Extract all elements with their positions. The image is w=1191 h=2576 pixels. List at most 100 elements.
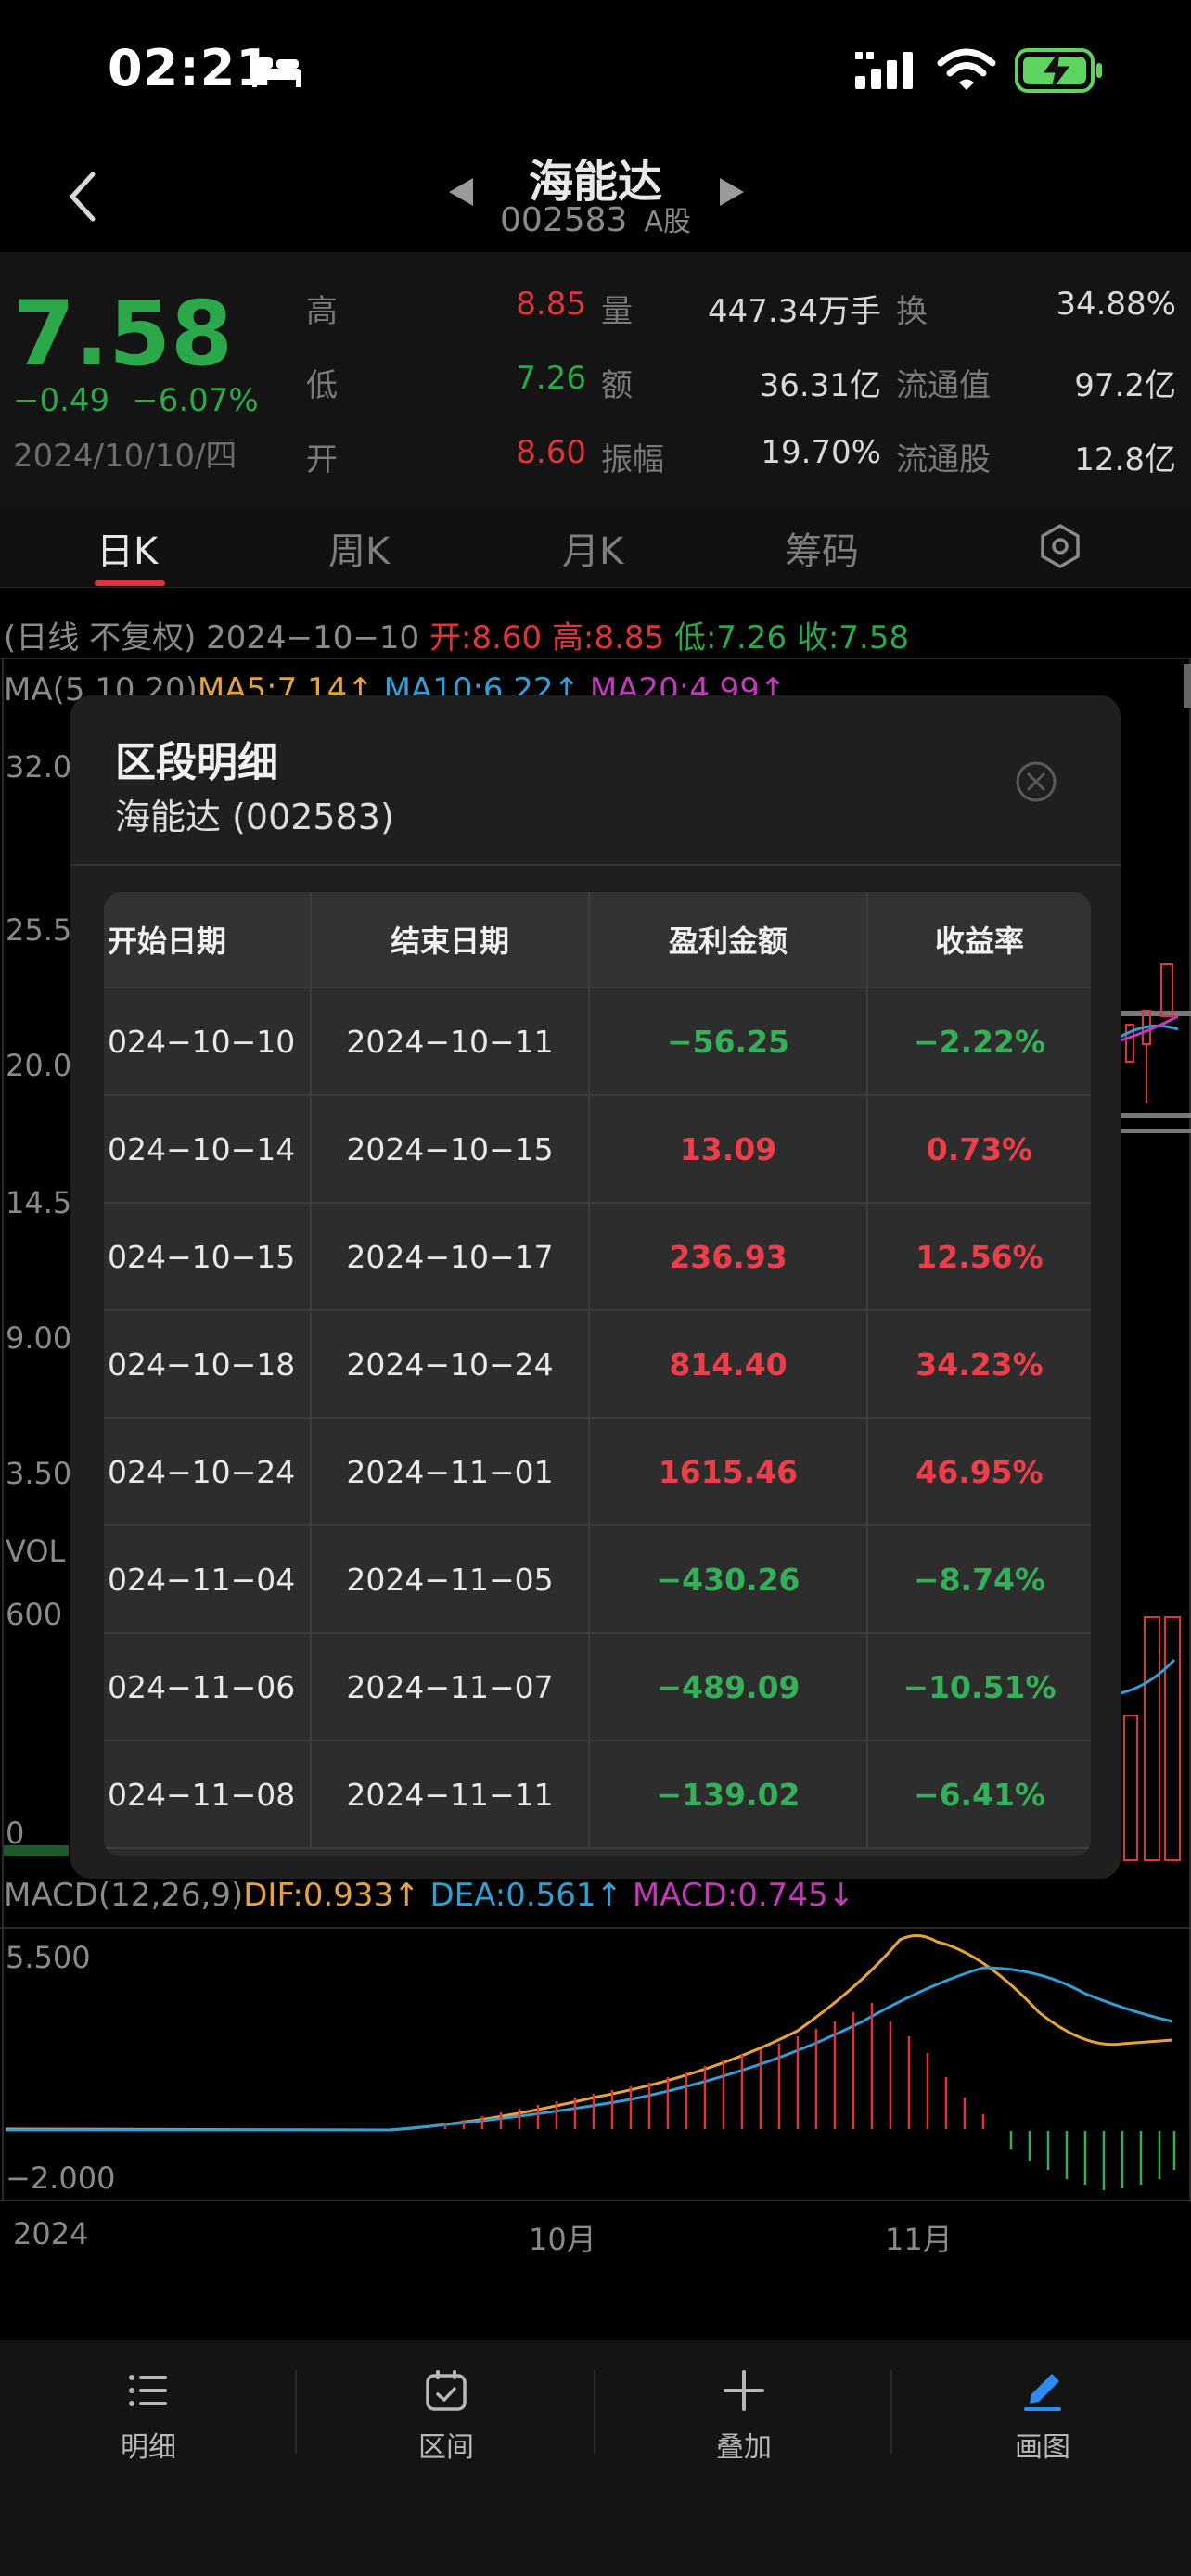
tab-chips[interactable]: 筹码 — [785, 521, 859, 575]
profit-cell: −139.02 — [590, 1741, 868, 1847]
quote-date: 2024/10/10/四 — [13, 438, 237, 475]
end-date-cell: 2024−10−17 — [312, 1204, 590, 1309]
return-rate-cell: −2.22% — [913, 1023, 1046, 1060]
x-axis-oct: 10月 — [529, 2222, 596, 2257]
start-date-cell: 024−11−06 — [104, 1634, 312, 1740]
return-rate-cell: −10.51% — [903, 1668, 1057, 1705]
low-label: 低 — [306, 367, 338, 404]
price-change: −0.49 −6.07% — [13, 382, 259, 419]
tab-day-k[interactable]: 日K — [96, 521, 158, 575]
next-stock-triangle-icon[interactable] — [716, 176, 748, 208]
return-rate-cell: 34.23% — [916, 1345, 1044, 1383]
table-row[interactable]: 024−11−04 2024−11−05 −430.26 −8.74% — [104, 1526, 1091, 1634]
macd-lines — [5, 1934, 1176, 2190]
active-tab-indicator — [95, 580, 165, 586]
kline-mode: (日线 不复权) — [4, 619, 197, 657]
table-row[interactable]: 024−10−14 2024−10−15 13.09 0.73% — [104, 1096, 1091, 1204]
macd-axis-top: 5.500 — [6, 1940, 91, 1975]
end-date-cell: 2024−11−11 — [312, 1741, 590, 1847]
macd-label: MACD(12,26,9) — [4, 1877, 244, 1914]
calendar-icon — [426, 2370, 467, 2411]
range-detail-table: 开始日期 结束日期 盈利金额 收益率 024−10−10 2024−10−11 … — [104, 892, 1091, 1856]
volume-axis-zero: 0 — [6, 1816, 25, 1851]
start-date-cell: 024−10−14 — [104, 1096, 312, 1202]
high-label: 高 — [306, 293, 338, 330]
column-header-return-rate: 收益率 — [934, 924, 1024, 959]
return-rate-cell: −6.41% — [913, 1776, 1046, 1813]
battery-charging-icon — [1015, 48, 1102, 93]
sleep-bed-icon — [252, 57, 301, 87]
range-label: 区间 — [418, 2431, 474, 2464]
tab-month-k[interactable]: 月K — [562, 521, 623, 575]
kline-high: 高:8.85 — [551, 619, 665, 657]
kline-open: 开:8.60 — [429, 619, 543, 657]
table-row[interactable]: 024−11−08 2024−11−11 −139.02 −6.41% — [104, 1741, 1091, 1849]
return-rate-cell: 0.73% — [926, 1130, 1033, 1167]
status-time: 02:21 — [108, 39, 272, 97]
return-rate-cell: 12.56% — [916, 1238, 1044, 1275]
end-date-cell: 2024−10−24 — [312, 1311, 590, 1417]
start-date-cell: 024−10−18 — [104, 1311, 312, 1417]
toolbar-divider — [295, 2370, 297, 2454]
float-value-label: 流通值 — [896, 367, 991, 404]
toolbar-divider — [594, 2370, 596, 2454]
profit-cell: −430.26 — [590, 1526, 868, 1632]
volume-value: 447.34万手 — [708, 293, 881, 330]
close-icon[interactable] — [1015, 760, 1057, 803]
table-row[interactable]: 024−11−06 2024−11−07 −489.09 −10.51% — [104, 1634, 1091, 1741]
market-badge: A股 — [644, 206, 691, 238]
macd-axis-bottom: −2.000 — [6, 2161, 116, 2196]
float-shares-value: 12.8亿 — [1074, 441, 1176, 478]
price-axis-tick: 14.5 — [6, 1185, 72, 1220]
return-rate-cell: 46.95% — [916, 1453, 1044, 1490]
cellular-signal-icon — [855, 52, 913, 89]
price-axis-tick: 32.0 — [6, 749, 72, 784]
kline-date: 2024−10−10 — [206, 619, 420, 657]
table-row[interactable]: 024−10−10 2024−10−11 −56.25 −2.22% — [104, 988, 1091, 1096]
amount-label: 额 — [601, 367, 633, 404]
overlay-button[interactable]: 叠加 — [670, 2366, 818, 2465]
range-button[interactable]: 区间 — [372, 2366, 520, 2465]
price-axis-tick: 25.5 — [6, 912, 72, 948]
overlay-label: 叠加 — [716, 2431, 772, 2464]
range-detail-modal: 区段明细 海能达 (002583) 开始日期 结束日期 盈利金额 收益率 024… — [70, 695, 1121, 1879]
end-date-cell: 2024−10−11 — [312, 988, 590, 1094]
macd-row: MACD(12,26,9)DIF:0.933↑ DEA:0.561↑ MACD:… — [4, 1877, 854, 1914]
detail-button[interactable]: 明细 — [74, 2366, 223, 2465]
wifi-icon — [937, 48, 996, 90]
toolbar-divider — [890, 2370, 892, 2454]
pen-icon — [1024, 2374, 1061, 2411]
table-row[interactable]: 024−10−24 2024−11−01 1615.46 46.95% — [104, 1419, 1091, 1526]
column-header-end-date: 结束日期 — [312, 892, 590, 987]
settings-hexagon-icon[interactable] — [1037, 523, 1083, 569]
volume-axis-top: 600 — [6, 1597, 63, 1632]
stock-code-row: 002583 A股 — [0, 198, 1191, 239]
modal-subtitle: 海能达 (002583) — [115, 797, 394, 837]
tab-week-k[interactable]: 周K — [328, 521, 390, 575]
volume-label: VOL — [6, 1534, 66, 1569]
amplitude-label: 振幅 — [601, 441, 664, 478]
macd-dif: DIF:0.933↑ — [243, 1877, 420, 1914]
macd-dea: DEA:0.561↑ — [429, 1877, 623, 1914]
stock-code: 002583 — [500, 201, 628, 239]
draw-button[interactable]: 画图 — [968, 2366, 1117, 2465]
column-header-profit: 盈利金额 — [590, 892, 868, 987]
price-axis-tick: 9.00 — [6, 1320, 72, 1356]
return-rate-cell: −8.74% — [913, 1561, 1046, 1598]
profit-cell: 13.09 — [590, 1096, 868, 1202]
end-date-cell: 2024−10−15 — [312, 1096, 590, 1202]
start-date-cell: 024−11−08 — [104, 1741, 312, 1847]
amount-value: 36.31亿 — [759, 367, 881, 404]
table-row[interactable]: 024−10−15 2024−10−17 236.93 12.56% — [104, 1204, 1091, 1311]
float-shares-label: 流通股 — [896, 441, 991, 478]
profit-cell: 236.93 — [590, 1204, 868, 1309]
end-date-cell: 2024−11−05 — [312, 1526, 590, 1632]
change-percent: −6.07% — [132, 382, 259, 419]
high-value: 8.85 — [516, 286, 586, 323]
open-value: 8.60 — [516, 434, 586, 471]
profit-cell: 814.40 — [590, 1311, 868, 1417]
table-row[interactable]: 024−10−18 2024−10−24 814.40 34.23% — [104, 1311, 1091, 1419]
turnover-label: 换 — [896, 293, 928, 330]
start-date-cell: 024−10−15 — [104, 1204, 312, 1309]
x-axis-nov: 11月 — [885, 2222, 953, 2257]
